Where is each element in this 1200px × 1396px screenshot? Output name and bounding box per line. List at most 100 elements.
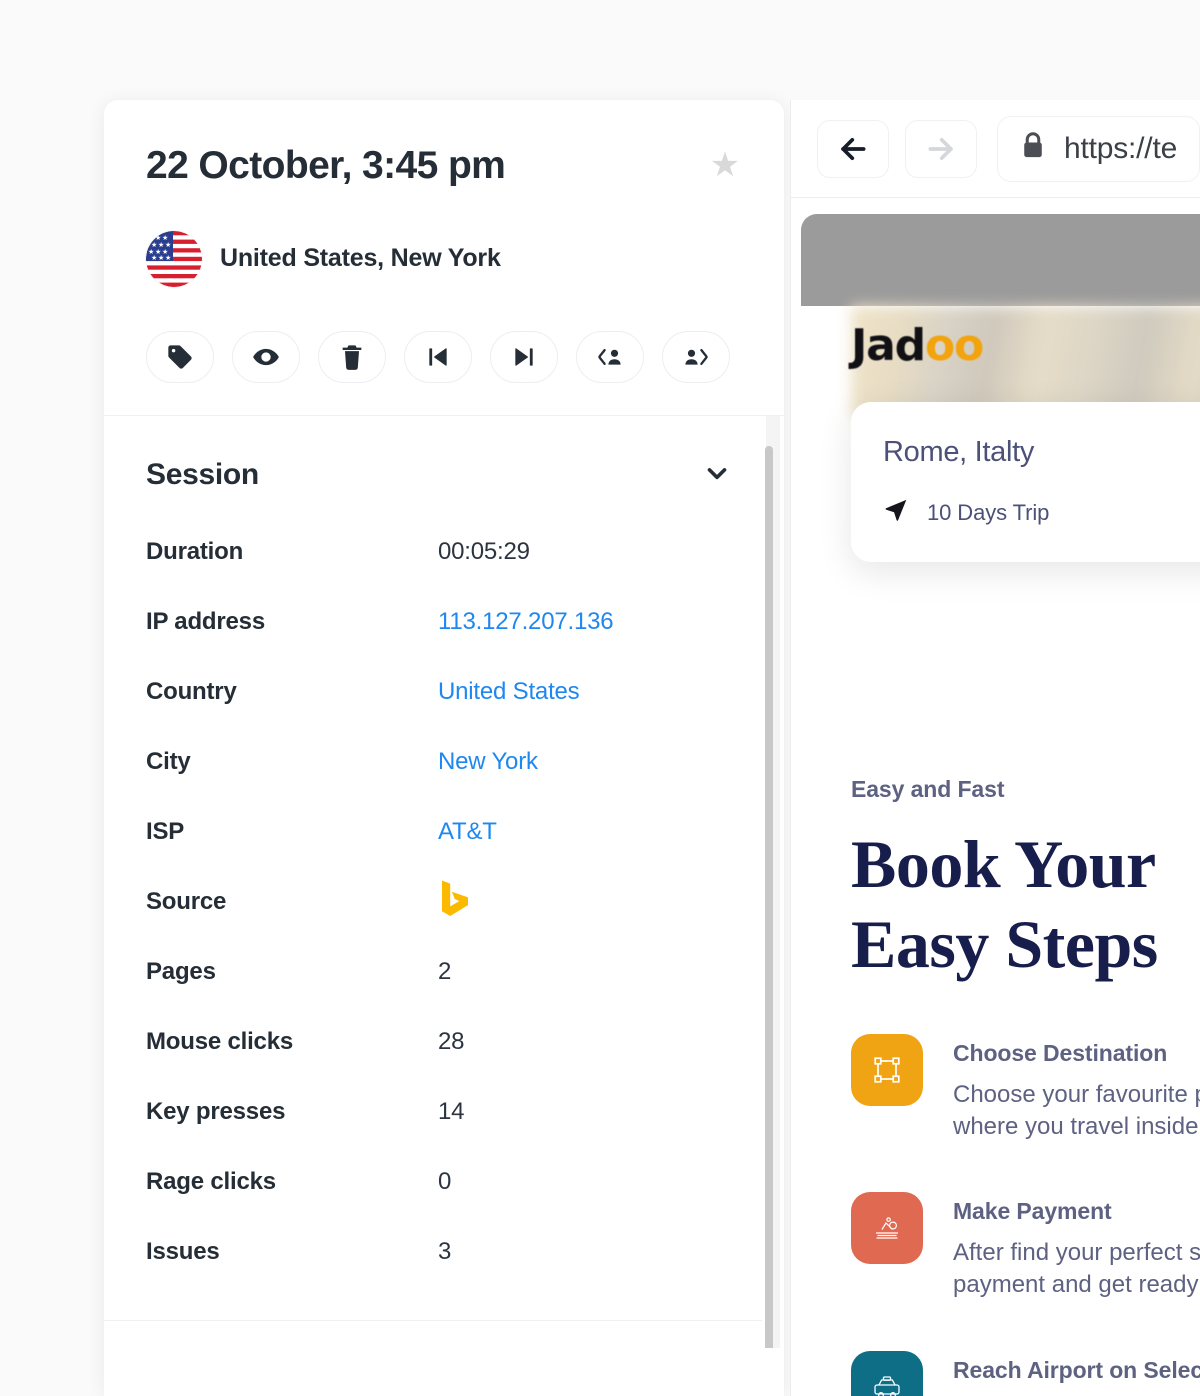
session-detail-panel: 22 October, 3:45 pm ★ ★ ★ ★ ★ ★ ★ ★ ★ ★ … <box>104 100 784 1396</box>
browser-toolbar: https://te <box>791 100 1200 198</box>
detail-value: 2 <box>438 957 452 985</box>
detail-key: IP address <box>146 607 265 635</box>
step-desc-line-1: Choose your favourite p <box>953 1081 1200 1109</box>
detail-value-link[interactable]: New York <box>438 748 538 776</box>
back-button[interactable] <box>817 119 889 178</box>
detail-row-issues: Issues 3 <box>146 1217 742 1287</box>
detail-key: City <box>146 747 191 775</box>
step-title: Make Payment <box>953 1198 1112 1225</box>
taxi-icon <box>851 1350 923 1396</box>
detail-row-key-presses: Key presses 14 <box>146 1077 742 1147</box>
section-divider <box>104 1319 762 1321</box>
star-icon[interactable]: ★ <box>708 148 742 182</box>
step-text-block: Choose Destination Choose your favourite… <box>953 1034 1200 1142</box>
detail-value: 3 <box>438 1237 452 1265</box>
detail-value: 0 <box>438 1167 452 1195</box>
step-title: Choose Destination <box>953 1040 1168 1067</box>
detail-value-icon <box>438 878 472 925</box>
detail-row-rage-clicks: Rage clicks 0 <box>146 1147 742 1217</box>
headline-line-2: Easy Steps <box>851 905 1158 982</box>
detail-row-source: Source <box>146 867 742 937</box>
browser-preview-panel: https://te Jadoo Rome, Italty 10 Days Tr… <box>790 100 1200 1396</box>
website-preview: Jadoo Rome, Italty 10 Days Trip Easy and… <box>791 198 1200 1396</box>
detail-row-city: City New York <box>146 727 742 797</box>
section-eyebrow: Easy and Fast <box>851 776 1005 802</box>
step-item-make-payment: Make Payment After find your perfect sp … <box>851 1192 1200 1300</box>
panel-scrollbar-thumb[interactable] <box>765 445 773 1348</box>
page-top-band <box>801 214 1200 306</box>
session-location-label: United States, New York <box>220 244 501 273</box>
step-description: After find your perfect sp payment and g… <box>953 1237 1200 1300</box>
section-headline: Book Your Easy Steps <box>851 825 1200 984</box>
us-flag-icon: ★ ★ ★ ★ ★ ★ ★ ★ ★ ★ ★ ★ <box>146 230 202 287</box>
step-item-choose-destination: Choose Destination Choose your favourite… <box>851 1034 1200 1142</box>
forward-button[interactable] <box>905 119 977 178</box>
skip-back-icon[interactable] <box>404 330 472 383</box>
eye-icon[interactable] <box>232 330 300 383</box>
brand-accent: oo <box>924 320 984 371</box>
previous-user-icon[interactable] <box>576 330 644 383</box>
trip-duration-row: 10 Days Trip <box>883 497 1200 528</box>
session-detail-scroll-area: Session Duration 00:05:29 IP address 113… <box>104 415 784 1348</box>
step-desc-line-2: payment and get ready <box>953 1271 1199 1299</box>
detail-key: Pages <box>146 957 216 985</box>
detail-value: 14 <box>438 1097 465 1125</box>
detail-key: Issues <box>146 1237 220 1265</box>
booking-steps-section: Easy and Fast Book Your Easy Steps Choos… <box>851 776 1200 1396</box>
svg-text:★: ★ <box>158 254 164 262</box>
detail-row-mouse-clicks: Mouse clicks 28 <box>146 1007 742 1077</box>
trash-icon[interactable] <box>318 330 386 383</box>
detail-key: Source <box>146 887 227 915</box>
session-section-header[interactable]: Session <box>104 416 784 493</box>
bing-logo-icon <box>438 880 472 924</box>
next-user-icon[interactable] <box>662 330 730 383</box>
detail-key: Duration <box>146 537 244 565</box>
detail-row-ip-address: IP address 113.127.207.136 <box>146 587 742 657</box>
skip-forward-icon[interactable] <box>490 330 558 383</box>
detail-key: Rage clicks <box>146 1167 276 1195</box>
session-timestamp-title: 22 October, 3:45 pm <box>146 144 506 187</box>
panel-scrollbar-track[interactable] <box>765 415 780 1348</box>
session-toolbar <box>146 330 742 383</box>
step-desc-line-2: where you travel inside t <box>953 1112 1200 1140</box>
detail-value: 28 <box>438 1027 465 1055</box>
step-description: Choose your favourite p where you travel… <box>953 1079 1200 1142</box>
detail-key: Mouse clicks <box>146 1027 294 1055</box>
detail-row-duration: Duration 00:05:29 <box>146 517 742 587</box>
detail-key: Country <box>146 677 237 705</box>
detail-value-link[interactable]: United States <box>438 678 580 706</box>
step-text-block: Make Payment After find your perfect sp … <box>953 1192 1200 1300</box>
session-panel-header: 22 October, 3:45 pm ★ ★ ★ ★ ★ ★ ★ ★ ★ ★ … <box>104 100 784 416</box>
svg-text:★: ★ <box>151 254 157 262</box>
step-desc-line-1: After find your perfect sp <box>953 1239 1200 1267</box>
session-location-row: ★ ★ ★ ★ ★ ★ ★ ★ ★ ★ ★ ★ United States, New York <box>146 230 742 287</box>
chevron-down-icon[interactable] <box>702 458 732 493</box>
frame-icon <box>851 1034 923 1107</box>
address-bar[interactable]: https://te <box>997 115 1200 182</box>
cyclist-icon <box>851 1192 923 1265</box>
headline-line-1: Book Your <box>851 826 1156 902</box>
tag-icon[interactable] <box>146 330 214 383</box>
navigation-arrow-icon <box>883 497 909 528</box>
detail-key: Key presses <box>146 1097 286 1125</box>
jadoo-logo[interactable]: Jadoo <box>851 320 984 371</box>
detail-row-isp: ISP AT&T <box>146 797 742 867</box>
detail-value: 00:05:29 <box>438 537 530 565</box>
detail-row-country: Country United States <box>146 657 742 727</box>
detail-value-link[interactable]: AT&T <box>438 818 497 846</box>
lock-icon <box>1020 131 1046 166</box>
step-item-reach-airport: Reach Airport on Selecte <box>851 1350 1200 1396</box>
session-detail-list: Duration 00:05:29 IP address 113.127.207… <box>104 493 784 1287</box>
step-title: Reach Airport on Selecte <box>953 1356 1200 1383</box>
session-section-title: Session <box>146 458 259 492</box>
detail-row-pages: Pages 2 <box>146 937 742 1007</box>
address-bar-url: https://te <box>1064 131 1178 165</box>
detail-value-link[interactable]: 113.127.207.136 <box>438 608 614 636</box>
trip-duration-label: 10 Days Trip <box>927 499 1050 525</box>
step-text-block: Reach Airport on Selecte <box>953 1351 1200 1396</box>
trip-card[interactable]: Rome, Italty 10 Days Trip <box>851 402 1200 562</box>
trip-city-label: Rome, Italty <box>883 436 1035 468</box>
svg-text:★: ★ <box>165 254 171 262</box>
brand-prefix: Jad <box>851 320 926 371</box>
detail-key: ISP <box>146 817 185 845</box>
